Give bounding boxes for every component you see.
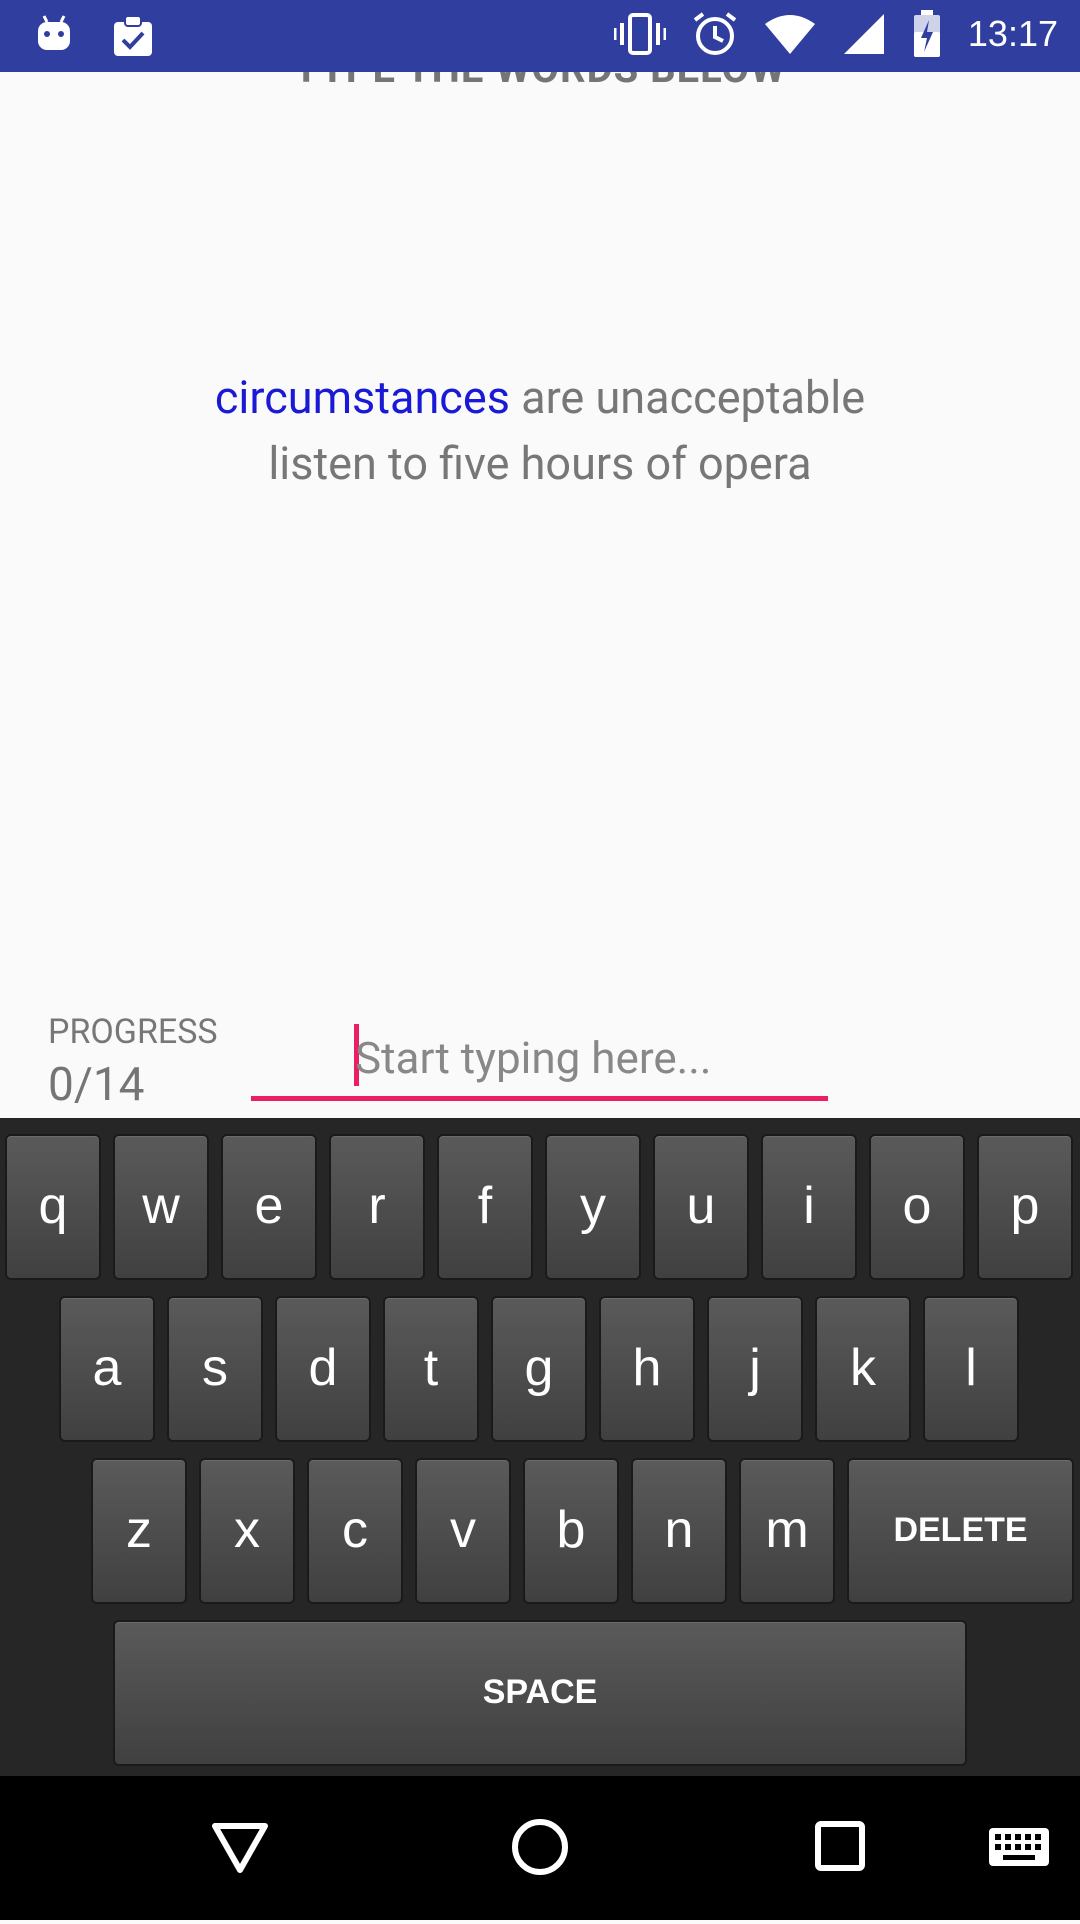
key-p[interactable]: p: [977, 1134, 1073, 1280]
key-u[interactable]: u: [653, 1134, 749, 1280]
navigation-bar: [0, 1776, 1080, 1920]
key-r[interactable]: r: [329, 1134, 425, 1280]
status-time: 13:17: [967, 13, 1058, 54]
progress-label: PROGRESS: [48, 1012, 218, 1052]
progress-value: 0/14: [48, 1058, 145, 1112]
key-g[interactable]: g: [491, 1296, 587, 1442]
key-o[interactable]: o: [869, 1134, 965, 1280]
key-d[interactable]: d: [275, 1296, 371, 1442]
input-placeholder: Start typing here...: [355, 1032, 712, 1084]
sentence-line-2: listen to five hours of opera: [268, 437, 812, 490]
key-m[interactable]: m: [739, 1458, 835, 1604]
home-button[interactable]: [480, 1776, 600, 1920]
battery-icon: [913, 10, 940, 57]
key-i[interactable]: i: [761, 1134, 857, 1280]
sentence-rest: are unacceptable: [509, 371, 866, 424]
back-icon: [212, 1823, 268, 1873]
key-f[interactable]: f: [437, 1134, 533, 1280]
key-j[interactable]: j: [707, 1296, 803, 1442]
key-s[interactable]: s: [167, 1296, 263, 1442]
android-icon: [38, 15, 70, 50]
space-key[interactable]: SPACE: [113, 1620, 967, 1766]
key-h[interactable]: h: [599, 1296, 695, 1442]
home-icon: [512, 1819, 568, 1875]
recents-icon: [815, 1821, 865, 1871]
page-title: TYPE THE WORDS BELOW: [0, 72, 1080, 90]
vibrate-icon: [613, 13, 666, 55]
key-z[interactable]: z: [91, 1458, 187, 1604]
keyboard-switch-icon: [989, 1828, 1049, 1866]
signal-icon: [843, 14, 884, 54]
clipboard-check-icon: [114, 15, 152, 56]
back-button[interactable]: [180, 1776, 300, 1920]
keyboard-switch-button[interactable]: [958, 1776, 1078, 1920]
wifi-icon: [764, 15, 815, 54]
alarm-icon: [693, 12, 737, 55]
key-w[interactable]: w: [113, 1134, 209, 1280]
typing-input[interactable]: Start typing here...: [251, 1022, 828, 1101]
key-c[interactable]: c: [307, 1458, 403, 1604]
sentence-line-1: circumstances are unacceptable: [0, 365, 1080, 431]
key-v[interactable]: v: [415, 1458, 511, 1604]
delete-key[interactable]: DELETE: [847, 1458, 1074, 1604]
key-y[interactable]: y: [545, 1134, 641, 1280]
key-a[interactable]: a: [59, 1296, 155, 1442]
key-t[interactable]: t: [383, 1296, 479, 1442]
key-b[interactable]: b: [523, 1458, 619, 1604]
key-x[interactable]: x: [199, 1458, 295, 1604]
target-sentence: circumstances are unacceptable listen to…: [0, 365, 1080, 497]
key-q[interactable]: q: [5, 1134, 101, 1280]
key-l[interactable]: l: [923, 1296, 1019, 1442]
status-bar: 13:17: [0, 0, 1080, 72]
soft-keyboard: q w e r f y u i o p a s d t g h j k l z …: [0, 1118, 1080, 1776]
key-e[interactable]: e: [221, 1134, 317, 1280]
key-n[interactable]: n: [631, 1458, 727, 1604]
current-word: circumstances: [214, 371, 510, 424]
recents-button[interactable]: [780, 1776, 900, 1920]
key-k[interactable]: k: [815, 1296, 911, 1442]
